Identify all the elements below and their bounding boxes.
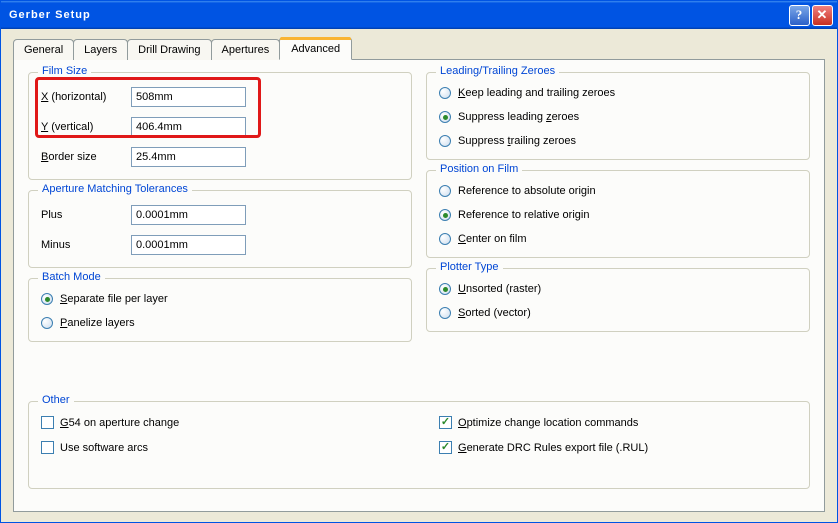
- radio-label: Panelize layers: [60, 317, 135, 329]
- radio-absolute-origin[interactable]: Reference to absolute origin: [439, 185, 797, 197]
- group-film-size: Film Size X (horizontal) Y (vertical) Bo…: [28, 72, 412, 180]
- group-title-other: Other: [42, 394, 70, 406]
- window-title: Gerber Setup: [9, 9, 91, 21]
- group-position: Position on Film Reference to absolute o…: [426, 170, 810, 258]
- input-x-horizontal[interactable]: [131, 87, 246, 107]
- label-plus: Plus: [41, 209, 131, 221]
- radio-suppress-leading[interactable]: Suppress leading zeroes: [439, 111, 797, 123]
- titlebar[interactable]: Gerber Setup ? ✕: [1, 1, 837, 29]
- checkbox-icon: [439, 441, 452, 454]
- tab-panel-advanced: Film Size X (horizontal) Y (vertical) Bo…: [13, 59, 825, 512]
- tab-apertures[interactable]: Apertures: [211, 39, 281, 60]
- check-software-arcs[interactable]: Use software arcs: [41, 441, 399, 454]
- check-label: Optimize change location commands: [458, 417, 638, 429]
- radio-icon: [41, 293, 53, 305]
- check-label: G54 on aperture change: [60, 417, 179, 429]
- radio-icon: [439, 87, 451, 99]
- group-title-plotter: Plotter Type: [440, 261, 499, 273]
- radio-label: Keep leading and trailing zeroes: [458, 87, 615, 99]
- group-other: Other G54 on aperture change Use softwar…: [28, 401, 810, 489]
- radio-icon: [439, 233, 451, 245]
- group-title-zeroes: Leading/Trailing Zeroes: [440, 65, 555, 77]
- input-plus[interactable]: [131, 205, 246, 225]
- group-aperture-tolerances: Aperture Matching Tolerances Plus Minus: [28, 190, 412, 268]
- radio-sorted[interactable]: Sorted (vector): [439, 307, 797, 319]
- tab-layers[interactable]: Layers: [73, 39, 128, 60]
- radio-label: Separate file per layer: [60, 293, 168, 305]
- input-border-size[interactable]: [131, 147, 246, 167]
- tabstrip: General Layers Drill Drawing Apertures A…: [13, 39, 825, 60]
- check-g54[interactable]: G54 on aperture change: [41, 416, 399, 429]
- radio-center-on-film[interactable]: Center on film: [439, 233, 797, 245]
- radio-unsorted[interactable]: Unsorted (raster): [439, 283, 797, 295]
- checkbox-icon: [439, 416, 452, 429]
- radio-icon: [439, 307, 451, 319]
- group-title-film-size: Film Size: [42, 65, 87, 77]
- check-label: Generate DRC Rules export file (.RUL): [458, 442, 648, 454]
- close-button[interactable]: ✕: [812, 5, 833, 26]
- label-minus: Minus: [41, 239, 131, 251]
- check-optimize[interactable]: Optimize change location commands: [439, 416, 797, 429]
- radio-icon: [439, 209, 451, 221]
- tab-general[interactable]: General: [13, 39, 74, 60]
- radio-label: Center on film: [458, 233, 526, 245]
- radio-icon: [439, 135, 451, 147]
- group-plotter-type: Plotter Type Unsorted (raster) Sorted (v…: [426, 268, 810, 332]
- check-generate-drc[interactable]: Generate DRC Rules export file (.RUL): [439, 441, 797, 454]
- tab-advanced[interactable]: Advanced: [279, 37, 352, 60]
- radio-keep-zeroes[interactable]: Keep leading and trailing zeroes: [439, 87, 797, 99]
- radio-icon: [439, 283, 451, 295]
- radio-label: Unsorted (raster): [458, 283, 541, 295]
- group-title-position: Position on Film: [440, 163, 518, 175]
- radio-icon: [41, 317, 53, 329]
- radio-icon: [439, 111, 451, 123]
- label-border-size: Border size: [41, 151, 131, 163]
- checkbox-icon: [41, 416, 54, 429]
- group-title-batch: Batch Mode: [42, 271, 101, 283]
- radio-relative-origin[interactable]: Reference to relative origin: [439, 209, 797, 221]
- group-zeroes: Leading/Trailing Zeroes Keep leading and…: [426, 72, 810, 160]
- checkbox-icon: [41, 441, 54, 454]
- tab-drill-drawing[interactable]: Drill Drawing: [127, 39, 211, 60]
- radio-panelize[interactable]: Panelize layers: [41, 317, 399, 329]
- radio-suppress-trailing[interactable]: Suppress trailing zeroes: [439, 135, 797, 147]
- input-minus[interactable]: [131, 235, 246, 255]
- radio-label: Reference to relative origin: [458, 209, 589, 221]
- radio-label: Suppress leading zeroes: [458, 111, 579, 123]
- radio-label: Sorted (vector): [458, 307, 531, 319]
- group-title-aperture: Aperture Matching Tolerances: [42, 183, 188, 195]
- radio-label: Suppress trailing zeroes: [458, 135, 576, 147]
- label-x-horizontal: X (horizontal): [41, 91, 131, 103]
- gerber-setup-dialog: Gerber Setup ? ✕ General Layers Drill Dr…: [0, 0, 838, 523]
- check-label: Use software arcs: [60, 442, 148, 454]
- radio-separate-file[interactable]: Separate file per layer: [41, 293, 399, 305]
- help-button[interactable]: ?: [789, 5, 810, 26]
- radio-icon: [439, 185, 451, 197]
- input-y-vertical[interactable]: [131, 117, 246, 137]
- radio-label: Reference to absolute origin: [458, 185, 596, 197]
- label-y-vertical: Y (vertical): [41, 121, 131, 133]
- group-batch-mode: Batch Mode Separate file per layer Panel…: [28, 278, 412, 342]
